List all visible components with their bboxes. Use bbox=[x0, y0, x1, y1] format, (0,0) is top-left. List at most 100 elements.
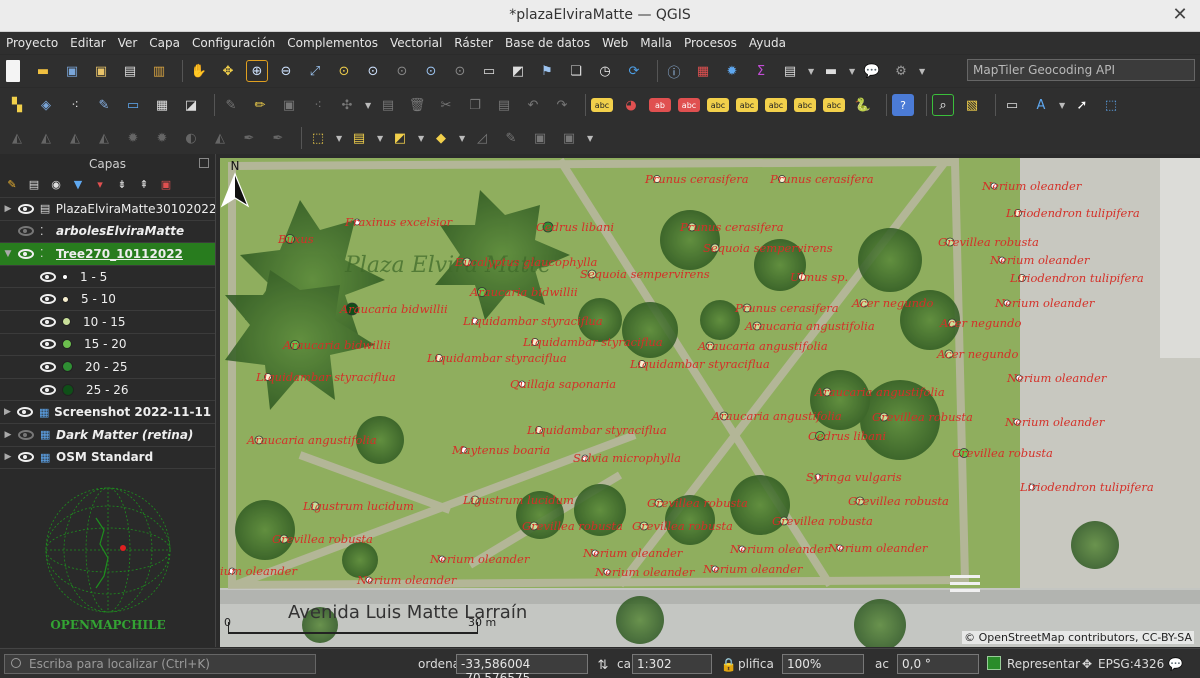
chevron-down-icon[interactable]: ▼ bbox=[459, 134, 467, 143]
coordinate-toggle-icon[interactable]: ⇅ bbox=[592, 654, 614, 676]
python-console-icon[interactable]: 🐍 bbox=[852, 94, 874, 116]
add-wms-icon[interactable]: ▦ bbox=[151, 94, 173, 116]
new-layer-icon[interactable]: ▭ bbox=[122, 94, 144, 116]
label-rotate-icon[interactable]: abc bbox=[736, 98, 758, 112]
chevron-down-icon[interactable]: ▼ bbox=[377, 134, 385, 143]
messages-icon[interactable]: 💬 bbox=[1168, 657, 1183, 671]
select-by-value-icon[interactable]: ▤ bbox=[348, 127, 370, 149]
chevron-down-icon[interactable]: ▼ bbox=[849, 67, 857, 76]
add-group-icon[interactable]: ▤ bbox=[26, 178, 42, 194]
pan-to-selection-icon[interactable]: ✥ bbox=[217, 60, 239, 82]
layer-row-osm[interactable]: ▶ ▦ OSM Standard bbox=[0, 447, 215, 470]
label-highlight-icon[interactable]: ab bbox=[649, 98, 671, 112]
menu-capa[interactable]: Capa bbox=[149, 36, 180, 50]
legend-class-row[interactable]: 25 - 26 bbox=[0, 379, 215, 402]
close-window-icon[interactable]: ✕ bbox=[1168, 4, 1192, 28]
save-project-icon[interactable]: ▣ bbox=[61, 60, 83, 82]
zoom-native-icon[interactable]: ⊙ bbox=[391, 60, 413, 82]
zoom-out-icon[interactable]: ⊖ bbox=[275, 60, 297, 82]
georeferencer-icon[interactable]: ▧ bbox=[961, 94, 983, 116]
add-layer-icon[interactable]: ◈ bbox=[35, 94, 57, 116]
refresh-icon[interactable]: ⟳ bbox=[623, 60, 645, 82]
diagram-tool-icon[interactable]: ◕ bbox=[620, 94, 642, 116]
map-canvas[interactable]: Plaza Elvira Matte Avenida Luis Matte La… bbox=[220, 158, 1200, 647]
annotation-icon[interactable]: ▭ bbox=[1001, 94, 1023, 116]
menu-complementos[interactable]: Complementos bbox=[287, 36, 378, 50]
layout-manager-icon[interactable]: ▥ bbox=[148, 60, 170, 82]
legend-class-row[interactable]: 20 - 25 bbox=[0, 356, 215, 379]
layer-style-icon[interactable]: ✎ bbox=[4, 178, 20, 194]
coordinate-field[interactable]: -33,586004 -70,576575 bbox=[456, 654, 588, 678]
temporal-controller-icon[interactable]: ◷ bbox=[594, 60, 616, 82]
deselect-all-icon[interactable]: ◩ bbox=[389, 127, 411, 149]
menu-procesos[interactable]: Procesos bbox=[684, 36, 737, 50]
expand-all-icon[interactable]: ⇟ bbox=[114, 178, 130, 194]
map-svg[interactable]: Plaza Elvira Matte Avenida Luis Matte La… bbox=[220, 158, 1200, 647]
field-calculator-icon[interactable]: ▤ bbox=[779, 60, 801, 82]
expand-arrow-icon[interactable]: ▶ bbox=[2, 430, 14, 440]
overview-panel[interactable]: OPENMAPCHILE bbox=[0, 478, 216, 648]
label-properties-icon[interactable]: abc bbox=[823, 98, 845, 112]
save-as-icon[interactable]: ▣ bbox=[90, 60, 112, 82]
render-checkbox[interactable] bbox=[987, 656, 1001, 670]
chevron-down-icon[interactable]: ▼ bbox=[808, 67, 816, 76]
collapse-all-icon[interactable]: ⇞ bbox=[136, 178, 152, 194]
data-source-manager-icon[interactable]: ▚ bbox=[6, 94, 28, 116]
new-3d-view-icon[interactable]: ◩ bbox=[507, 60, 529, 82]
locator-gear-icon[interactable]: ⚙ bbox=[890, 60, 912, 82]
menu-web[interactable]: Web bbox=[602, 36, 628, 50]
crs-label[interactable]: EPSG:4326 bbox=[1098, 657, 1164, 671]
chevron-down-icon[interactable]: ▼ bbox=[587, 134, 595, 143]
visibility-icon[interactable]: ◉ bbox=[48, 178, 64, 194]
new-project-icon[interactable] bbox=[6, 60, 20, 82]
expand-arrow-icon[interactable]: ▶ bbox=[2, 452, 14, 462]
label-show-hide-icon[interactable]: abc bbox=[794, 98, 816, 112]
zoom-in-icon[interactable]: ⊕ bbox=[246, 60, 268, 82]
settings-gear-icon[interactable]: ✹ bbox=[721, 60, 743, 82]
zoom-layer-icon[interactable]: ⊙ bbox=[362, 60, 384, 82]
zoom-last-icon[interactable]: ⊙ bbox=[420, 60, 442, 82]
collapse-arrow-icon[interactable]: ▼ bbox=[2, 249, 14, 259]
eye-icon[interactable] bbox=[40, 294, 56, 305]
layer-row-screenshot[interactable]: ▶ ▦ Screenshot 2022-11-11 at bbox=[0, 401, 215, 424]
filter-icon[interactable]: ▼ bbox=[70, 178, 86, 194]
select-cursor-icon[interactable]: ➚ bbox=[1071, 94, 1093, 116]
menu-proyecto[interactable]: Proyecto bbox=[6, 36, 58, 50]
locator-search-icon[interactable]: ⌕ bbox=[932, 94, 954, 116]
eye-icon[interactable] bbox=[40, 316, 56, 327]
layer-row-plaza[interactable]: ▶ ▤ PlazaElviraMatte30102022 bbox=[0, 198, 215, 221]
zoom-next-icon[interactable]: ⊙ bbox=[449, 60, 471, 82]
label-move-icon[interactable]: abc bbox=[707, 98, 729, 112]
eye-icon[interactable] bbox=[40, 271, 56, 282]
chevron-down-icon[interactable]: ▼ bbox=[418, 134, 426, 143]
open-project-icon[interactable]: ▬ bbox=[32, 60, 54, 82]
panel-float-icon[interactable] bbox=[199, 158, 209, 168]
toggle-editing-icon[interactable]: ✏ bbox=[249, 94, 271, 116]
expand-arrow-icon[interactable]: ▶ bbox=[2, 204, 14, 214]
menu-raster[interactable]: Ráster bbox=[454, 36, 493, 50]
label-change-icon[interactable]: abc bbox=[765, 98, 787, 112]
layer-row-dark-matter[interactable]: ▶ ▦ Dark Matter (retina) bbox=[0, 424, 215, 447]
add-points-icon[interactable]: ⁖ bbox=[64, 94, 86, 116]
chevron-down-icon[interactable]: ▼ bbox=[919, 67, 927, 76]
measure-line-icon[interactable]: ▬ bbox=[820, 60, 842, 82]
crs-icon[interactable]: ✥ bbox=[1082, 657, 1092, 671]
menu-base-de-datos[interactable]: Base de datos bbox=[505, 36, 590, 50]
label-pin-icon[interactable]: abc bbox=[678, 98, 700, 112]
add-vector-icon[interactable]: ◪ bbox=[180, 94, 202, 116]
eye-icon[interactable] bbox=[40, 339, 56, 350]
layer-row-arboles[interactable]: ⁚ arbolesElviraMatte bbox=[0, 221, 215, 244]
scale-field[interactable]: 1:302 bbox=[632, 654, 712, 674]
menu-ver[interactable]: Ver bbox=[118, 36, 138, 50]
rotation-field[interactable]: 0,0 ° bbox=[897, 654, 979, 674]
menu-editar[interactable]: Editar bbox=[70, 36, 106, 50]
map-tips-icon[interactable]: 💬 bbox=[861, 60, 883, 82]
eye-icon[interactable] bbox=[17, 407, 34, 418]
chevron-down-icon[interactable]: ▼ bbox=[1059, 101, 1067, 110]
pan-hand-icon[interactable]: ✋ bbox=[188, 60, 210, 82]
eye-hidden-icon[interactable] bbox=[18, 226, 34, 237]
pencil-edit-icon[interactable]: ✎ bbox=[93, 94, 115, 116]
eye-icon[interactable] bbox=[17, 203, 34, 214]
eye-icon[interactable] bbox=[40, 361, 56, 372]
print-layout-icon[interactable]: ▤ bbox=[119, 60, 141, 82]
